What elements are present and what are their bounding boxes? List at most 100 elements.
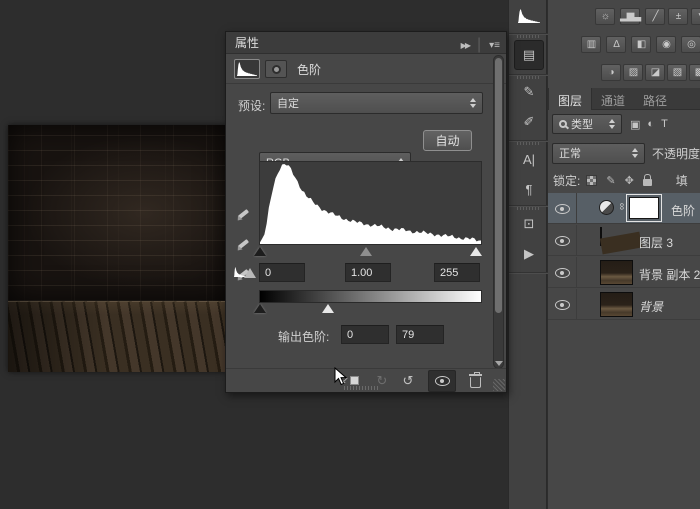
properties-panel-icon[interactable]: ▤: [514, 40, 544, 70]
chevron-updown-icon: [609, 119, 616, 129]
properties-panel: 属性 ▶▶ | ▾≡ 色阶 预设: 自定 RGB 自动 0 1.00 255: [225, 31, 507, 393]
layer-filter-dropdown[interactable]: 类型: [552, 114, 622, 134]
panel-menu-icon[interactable]: ▾≡: [489, 40, 500, 51]
photo-filter-icon[interactable]: ◉: [656, 36, 676, 53]
layer-name[interactable]: 背景: [639, 298, 663, 315]
layer-thumbnail[interactable]: [600, 227, 602, 246]
character-panel-icon[interactable]: A|: [516, 147, 542, 171]
hue-saturation-icon[interactable]: ▥: [581, 36, 601, 53]
panel-dock: ▤ ✎ ✐ A| ¶ ⊡ ▶: [508, 0, 547, 509]
filter-image-icon[interactable]: ▣: [630, 118, 640, 131]
layer-row-levels[interactable]: ∞ 色阶: [548, 193, 700, 224]
adjustment-title: 色阶: [297, 61, 321, 78]
blend-mode-row: 正常 不透明度: [548, 141, 700, 165]
scrollbar[interactable]: [493, 55, 504, 369]
levels-icon[interactable]: ▂▆▃: [620, 8, 640, 25]
layers-panel-group: ☼ ▂▆▃ ╱ ± ▼ ▥ ∆ ◧ ◉ ◎ ◑ ▨ ◪ ▧ ▩ 图层 通道 路径…: [548, 0, 700, 509]
eye-icon: [555, 268, 570, 278]
layer-name[interactable]: 色阶: [671, 202, 695, 219]
properties-tab-label[interactable]: 属性: [226, 34, 259, 51]
brush-presets-icon[interactable]: ✎: [516, 80, 542, 104]
blend-mode-dropdown[interactable]: 正常: [552, 143, 645, 164]
output-levels-label: 输出色阶:: [278, 328, 329, 345]
eye-icon: [555, 204, 570, 214]
invert-icon[interactable]: ◑: [601, 64, 621, 81]
document-canvas-image: [8, 125, 227, 372]
resize-grip[interactable]: [493, 379, 505, 391]
posterize-icon[interactable]: ▨: [623, 64, 643, 81]
layer-name[interactable]: 背景 副本 2: [639, 266, 700, 283]
visibility-toggle[interactable]: [548, 193, 577, 224]
layer-row-layer3[interactable]: 图层 3: [548, 225, 700, 256]
mask-indicator-icon[interactable]: [265, 60, 287, 78]
dock-drag-handle[interactable]: [517, 142, 541, 145]
dock-drag-handle[interactable]: [517, 35, 541, 38]
output-white-slider[interactable]: [322, 304, 334, 313]
exposure-icon[interactable]: ±: [668, 8, 688, 25]
input-black-slider[interactable]: [254, 247, 266, 256]
levels-adjustment-icon: [234, 59, 260, 79]
delete-adjustment-icon[interactable]: [462, 370, 488, 392]
panel-tabs: 图层 通道 路径: [548, 88, 700, 110]
dock-drag-handle[interactable]: [517, 76, 541, 79]
brick-wall-image: [8, 125, 227, 301]
vibrance-icon[interactable]: ▼: [691, 8, 700, 25]
dock-drag-handle[interactable]: [517, 207, 541, 210]
layer-thumbnail[interactable]: [600, 292, 633, 317]
lock-transparency-icon[interactable]: [586, 175, 597, 186]
layer-row-bg-copy2[interactable]: 背景 副本 2: [548, 257, 700, 288]
input-midtone-slider[interactable]: [360, 247, 372, 256]
search-icon: [559, 120, 567, 128]
panel-drag-grip[interactable]: [344, 386, 378, 390]
eye-icon: [555, 300, 570, 310]
tab-layers[interactable]: 图层: [548, 88, 592, 110]
reset-adjustment-icon[interactable]: ↺: [396, 370, 420, 392]
tab-paths[interactable]: 路径: [634, 88, 676, 110]
visibility-toggle[interactable]: [548, 289, 577, 320]
scrollbar-down-arrow[interactable]: [495, 361, 503, 366]
actions-play-icon[interactable]: ▶: [516, 242, 542, 266]
toggle-visibility-icon[interactable]: [428, 370, 456, 392]
visibility-toggle[interactable]: [548, 225, 577, 256]
filter-adjustment-icon[interactable]: ◐: [647, 118, 654, 131]
lock-pixels-icon[interactable]: ✎: [606, 174, 615, 187]
histogram-panel-icon[interactable]: [516, 4, 542, 28]
output-black-field[interactable]: 0: [341, 325, 389, 344]
gradient-map-icon[interactable]: ▧: [667, 64, 687, 81]
chevron-updown-icon: [470, 98, 477, 108]
input-black-field[interactable]: 0: [259, 263, 305, 282]
clone-source-icon[interactable]: ⊡: [516, 212, 542, 236]
preset-dropdown[interactable]: 自定: [270, 92, 483, 114]
lock-all-icon[interactable]: [643, 179, 652, 186]
tab-channels[interactable]: 通道: [592, 88, 634, 110]
collapse-panel-icon[interactable]: ▶▶: [461, 41, 469, 50]
fill-label: 填: [676, 172, 688, 189]
adjustment-title-row: 色阶: [226, 55, 506, 84]
input-white-slider[interactable]: [470, 247, 482, 256]
layer-name[interactable]: 图层 3: [639, 234, 673, 251]
threshold-icon[interactable]: ◪: [645, 64, 665, 81]
levels-histogram[interactable]: [259, 161, 482, 245]
paragraph-panel-icon[interactable]: ¶: [516, 177, 542, 201]
input-gamma-field[interactable]: 1.00: [345, 263, 391, 282]
color-balance-icon[interactable]: ∆: [606, 36, 626, 53]
lock-position-icon[interactable]: ✥: [625, 174, 634, 187]
brightness-contrast-icon[interactable]: ☼: [595, 8, 615, 25]
output-white-field[interactable]: 79: [396, 325, 444, 344]
layer-mask-thumbnail[interactable]: [629, 197, 659, 219]
black-white-icon[interactable]: ◧: [631, 36, 651, 53]
histogram-refresh-warning-icon[interactable]: [234, 263, 256, 281]
filter-type-icon[interactable]: T: [661, 118, 668, 131]
properties-panel-header[interactable]: 属性 ▶▶ | ▾≡: [226, 32, 506, 54]
layer-thumbnail[interactable]: [600, 260, 633, 285]
layer-row-background[interactable]: 背景: [548, 289, 700, 320]
visibility-toggle[interactable]: [548, 257, 577, 288]
channel-mixer-icon[interactable]: ◎: [681, 36, 700, 53]
curves-icon[interactable]: ╱: [645, 8, 665, 25]
output-black-slider[interactable]: [254, 304, 266, 313]
scrollbar-thumb[interactable]: [495, 58, 502, 313]
input-white-field[interactable]: 255: [434, 263, 480, 282]
auto-button[interactable]: 自动: [423, 130, 472, 151]
brush-icon[interactable]: ✐: [516, 110, 542, 134]
selective-color-icon[interactable]: ▩: [689, 64, 700, 81]
